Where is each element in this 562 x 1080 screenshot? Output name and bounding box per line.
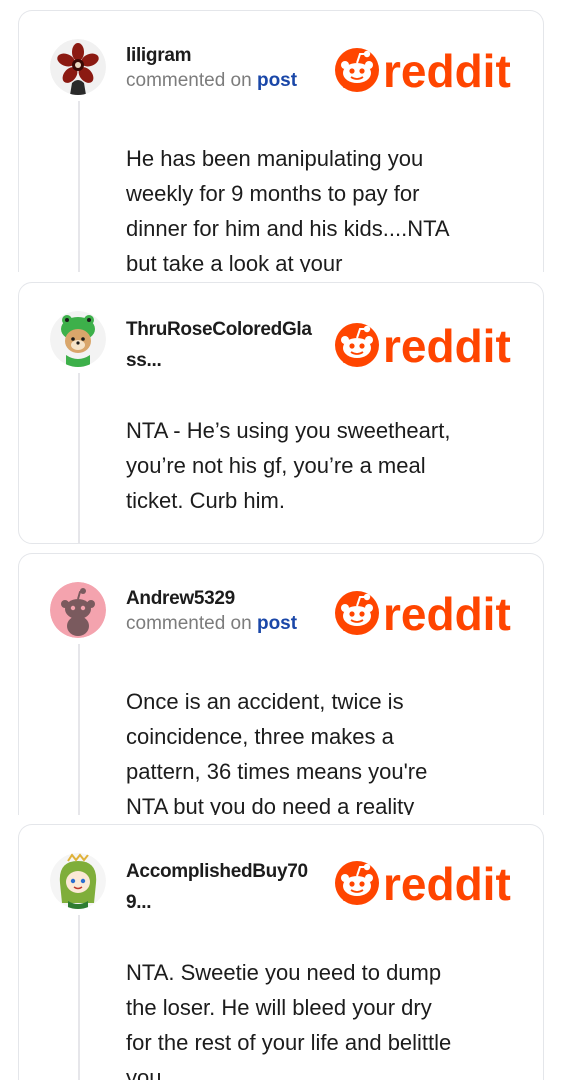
demogorgon-avatar-icon[interactable] — [50, 39, 106, 95]
post-link[interactable]: post — [257, 70, 297, 91]
commented-on-label: commented on — [126, 613, 257, 634]
comment-card[interactable]: liligram commented on post reddit He has… — [18, 10, 544, 272]
comment-text: NTA - He’s using you sweetheart, you’re … — [126, 418, 451, 513]
comment-card[interactable]: AccomplishedBuy70 9... reddit NTA. Sweet… — [18, 824, 544, 1080]
reddit-wordmark: reddit — [383, 320, 511, 371]
comment-context: commented on post — [126, 612, 297, 636]
username[interactable]: liligram — [126, 42, 326, 70]
thread-line — [78, 915, 80, 1080]
username[interactable]: AccomplishedBuy70 9... — [126, 856, 326, 918]
comment-card[interactable]: Andrew5329 commented on post reddit Once… — [18, 553, 544, 815]
comment-context: commented on post — [126, 69, 297, 93]
thread-line — [78, 373, 80, 543]
post-link[interactable]: post — [257, 613, 297, 634]
comment-text: He has been manipulating you weekly for … — [126, 146, 450, 272]
reddit-wordmark: reddit — [383, 858, 511, 909]
username[interactable]: Andrew5329 — [126, 585, 326, 613]
reddit-wordmark: reddit — [383, 588, 511, 639]
username[interactable]: ThruRoseColoredGla ss... — [126, 314, 326, 376]
comment-card[interactable]: ThruRoseColoredGla ss... reddit NTA - He… — [18, 282, 544, 544]
reddit-snoo-icon — [335, 323, 379, 367]
reddit-snoo-icon — [335, 861, 379, 905]
reddit-logo: reddit — [333, 587, 518, 639]
green-hair-snoo-avatar-icon[interactable] — [50, 853, 106, 909]
comment-text: Once is an accident, twice is coincidenc… — [126, 689, 428, 815]
thread-line — [78, 101, 80, 272]
reddit-logo: reddit — [333, 319, 518, 371]
commented-on-label: commented on — [126, 70, 257, 91]
reddit-logo: reddit — [333, 44, 518, 96]
default-snoo-avatar-icon[interactable] — [50, 582, 106, 638]
comment-text: NTA. Sweetie you need to dump the loser.… — [126, 960, 452, 1080]
reddit-snoo-icon — [335, 48, 379, 92]
dog-frog-hood-avatar-icon[interactable] — [50, 311, 106, 367]
reddit-snoo-icon — [335, 591, 379, 635]
reddit-logo: reddit — [333, 857, 518, 909]
thread-line — [78, 644, 80, 815]
reddit-wordmark: reddit — [383, 45, 511, 96]
